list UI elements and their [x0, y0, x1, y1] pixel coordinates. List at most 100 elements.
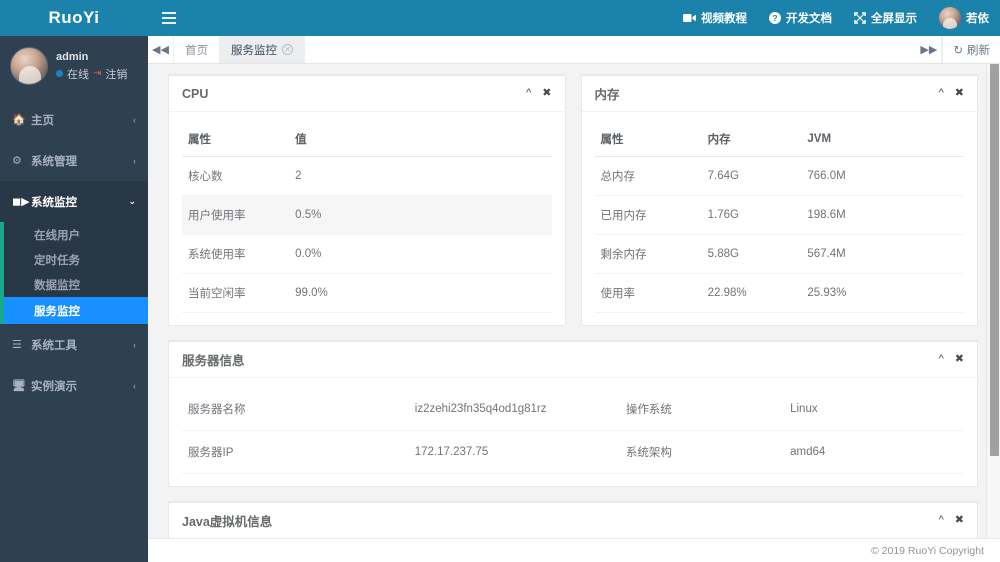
sidebar-subitem-scheduled-tasks[interactable]: 定时任务 [0, 247, 148, 272]
cpu-row-value: 99.0% [289, 273, 552, 313]
mem-row-mem: 7.64G [701, 156, 802, 196]
panel-jvm-info: Java虚拟机信息 ^ ✖ Java名称 Java HotSpot(TM) 64… [168, 501, 978, 538]
home-icon: 🏠 [12, 114, 26, 126]
tab-home-label: 首页 [185, 44, 208, 57]
panel-jvm-info-tools: ^ ✖ [939, 515, 964, 526]
vertical-scrollbar[interactable] [986, 64, 1000, 538]
table-header-row: 属性 内存 JVM [594, 122, 964, 157]
chevron-up-icon[interactable]: ^ [939, 515, 944, 526]
panel-cpu-header: CPU ^ ✖ [169, 76, 565, 112]
sidebar-item-system-monitor[interactable]: ◼▶ 系统监控 ⌄ [0, 181, 148, 222]
tab-bar-right: ▶▶ ↻ 刷新 [916, 36, 1000, 63]
table-row: 已用内存 1.76G 198.6M [594, 195, 964, 235]
server-key-1: 服务器IP [182, 430, 409, 474]
hamburger-icon[interactable] [148, 12, 186, 24]
sidebar-group-system-monitor: ◼▶ 系统监控 ⌄ 在线用户 定时任务 数据监控 服务监控 [0, 181, 148, 324]
chevron-left-icon: ‹ [133, 339, 136, 350]
content-area: CPU ^ ✖ 属性 值 核心数 2 用户使用率 0.5% 系统使用率 0.0%… [148, 64, 1000, 538]
cpu-row-name: 系统使用率 [182, 234, 290, 274]
server-value-2: amd64 [784, 430, 964, 474]
tab-home[interactable]: 首页 [174, 36, 220, 63]
scrollbar-thumb[interactable] [990, 64, 999, 456]
logout-link[interactable]: 注销 [105, 66, 127, 82]
header-item-dev-docs-label: 开发文档 [786, 13, 832, 25]
server-value-1: 172.17.237.75 [408, 430, 620, 474]
footer-copyright: © 2019 RuoYi Copyright [871, 544, 984, 557]
close-icon[interactable]: ✖ [955, 515, 964, 526]
double-chevron-right-icon[interactable]: ▶▶ [916, 36, 943, 63]
panel-cpu-body: 属性 值 核心数 2 用户使用率 0.5% 系统使用率 0.0% 当前空闲率 9… [169, 112, 565, 325]
chevron-down-icon: ⌄ [128, 196, 136, 206]
panel-jvm-info-header: Java虚拟机信息 ^ ✖ [169, 503, 977, 538]
mem-row-name: 剩余内存 [594, 234, 702, 274]
table-row: 总内存 7.64G 766.0M [594, 156, 964, 196]
online-dot-icon [56, 70, 63, 77]
chevron-up-icon[interactable]: ^ [939, 88, 944, 99]
cpu-row-name: 当前空闲率 [182, 273, 290, 313]
cpu-col-value: 值 [289, 122, 552, 157]
cpu-row-name: 核心数 [182, 156, 290, 196]
table-row: 当前空闲率 99.0% [182, 273, 552, 313]
close-icon[interactable]: ✖ [955, 88, 964, 99]
brand-logo[interactable]: RuoYi [0, 0, 148, 36]
sidebar-item-system-tools[interactable]: ☰ 系统工具 ‹ [0, 324, 148, 365]
refresh-button-label: 刷新 [967, 44, 990, 57]
mem-row-jvm: 25.93% [801, 273, 964, 313]
top-header: 视频教程 ? 开发文档 全屏显示 若依 [148, 0, 1000, 36]
panel-server-info-title: 服务器信息 [182, 354, 245, 368]
panel-memory-tools: ^ ✖ [939, 88, 964, 99]
sidebar-subitem-online-users-label: 在线用户 [34, 229, 80, 242]
close-icon[interactable]: ✕ [282, 44, 293, 55]
refresh-button[interactable]: ↻ 刷新 [942, 36, 1000, 63]
sidebar-item-system-manage-label: 系统管理 [31, 155, 77, 168]
mem-col-jvm: JVM [801, 122, 964, 157]
hamburger-bar [162, 22, 176, 24]
sidebar-subitem-service-monitor-label: 服务监控 [34, 305, 80, 318]
chevron-left-icon: ‹ [133, 114, 136, 125]
panel-cpu-tools: ^ ✖ [526, 88, 551, 99]
desktop-icon: 🖥 [12, 380, 26, 392]
server-value-1: iz2zehi23fn35q4od1g81rz [408, 388, 620, 431]
cpu-row-value: 0.5% [289, 195, 552, 235]
chevron-up-icon[interactable]: ^ [526, 88, 531, 99]
brand-title: RuoYi [48, 8, 100, 27]
close-icon[interactable]: ✖ [955, 354, 964, 365]
cpu-row-value: 2 [289, 156, 552, 196]
sidebar-item-demo[interactable]: 🖥 实例演示 ‹ [0, 365, 148, 406]
header-item-fullscreen[interactable]: 全屏显示 [843, 0, 928, 36]
panel-memory-title: 内存 [594, 88, 620, 102]
sidebar-subitem-online-users[interactable]: 在线用户 [0, 222, 148, 247]
sidebar-item-demo-label: 实例演示 [31, 380, 77, 393]
header-item-dev-docs[interactable]: ? 开发文档 [758, 0, 843, 36]
avatar[interactable] [10, 47, 48, 85]
sidebar-item-system-manage[interactable]: ⚙ 系统管理 ‹ [0, 140, 148, 181]
profile-text: admin 在线 ⇥ 注销 [56, 51, 127, 82]
avatar [939, 7, 961, 29]
profile-status-label[interactable]: 在线 [67, 66, 89, 82]
mem-row-name: 总内存 [594, 156, 702, 196]
hamburger-bar [162, 17, 176, 19]
mem-row-mem: 5.88G [701, 234, 802, 274]
double-chevron-left-icon[interactable]: ◀◀ [148, 36, 174, 63]
server-key-2: 操作系统 [619, 388, 785, 431]
header-user-menu[interactable]: 若依 [928, 0, 1000, 36]
panel-cpu-title: CPU [182, 86, 209, 101]
sidebar-subitem-data-monitor[interactable]: 数据监控 [0, 272, 148, 297]
sidebar-subitem-scheduled-tasks-label: 定时任务 [34, 254, 80, 267]
sidebar-nav: 🏠 主页 ‹ ⚙ 系统管理 ‹ ◼▶ 系统监控 ⌄ 在线用户 定时任务 数据监控… [0, 99, 148, 406]
server-key-2: 系统架构 [619, 430, 785, 474]
chevron-up-icon[interactable]: ^ [939, 354, 944, 365]
mem-row-name: 使用率 [594, 273, 702, 313]
header-item-video-tutorial[interactable]: 视频教程 [672, 0, 758, 36]
table-row: 使用率 22.98% 25.93% [594, 273, 964, 313]
sidebar-subitem-service-monitor[interactable]: 服务监控 [0, 297, 148, 324]
mem-row-jvm: 198.6M [801, 195, 964, 235]
table-row: 服务器IP 172.17.237.75 系统架构 amd64 [182, 430, 964, 474]
table-row: 系统使用率 0.0% [182, 234, 552, 274]
tab-service-monitor-label: 服务监控 [231, 44, 277, 57]
tab-service-monitor[interactable]: 服务监控 ✕ [220, 36, 305, 63]
svg-text:?: ? [772, 13, 777, 23]
cpu-row-name: 用户使用率 [182, 195, 290, 235]
close-icon[interactable]: ✖ [542, 88, 551, 99]
sidebar-item-home[interactable]: 🏠 主页 ‹ [0, 99, 148, 140]
